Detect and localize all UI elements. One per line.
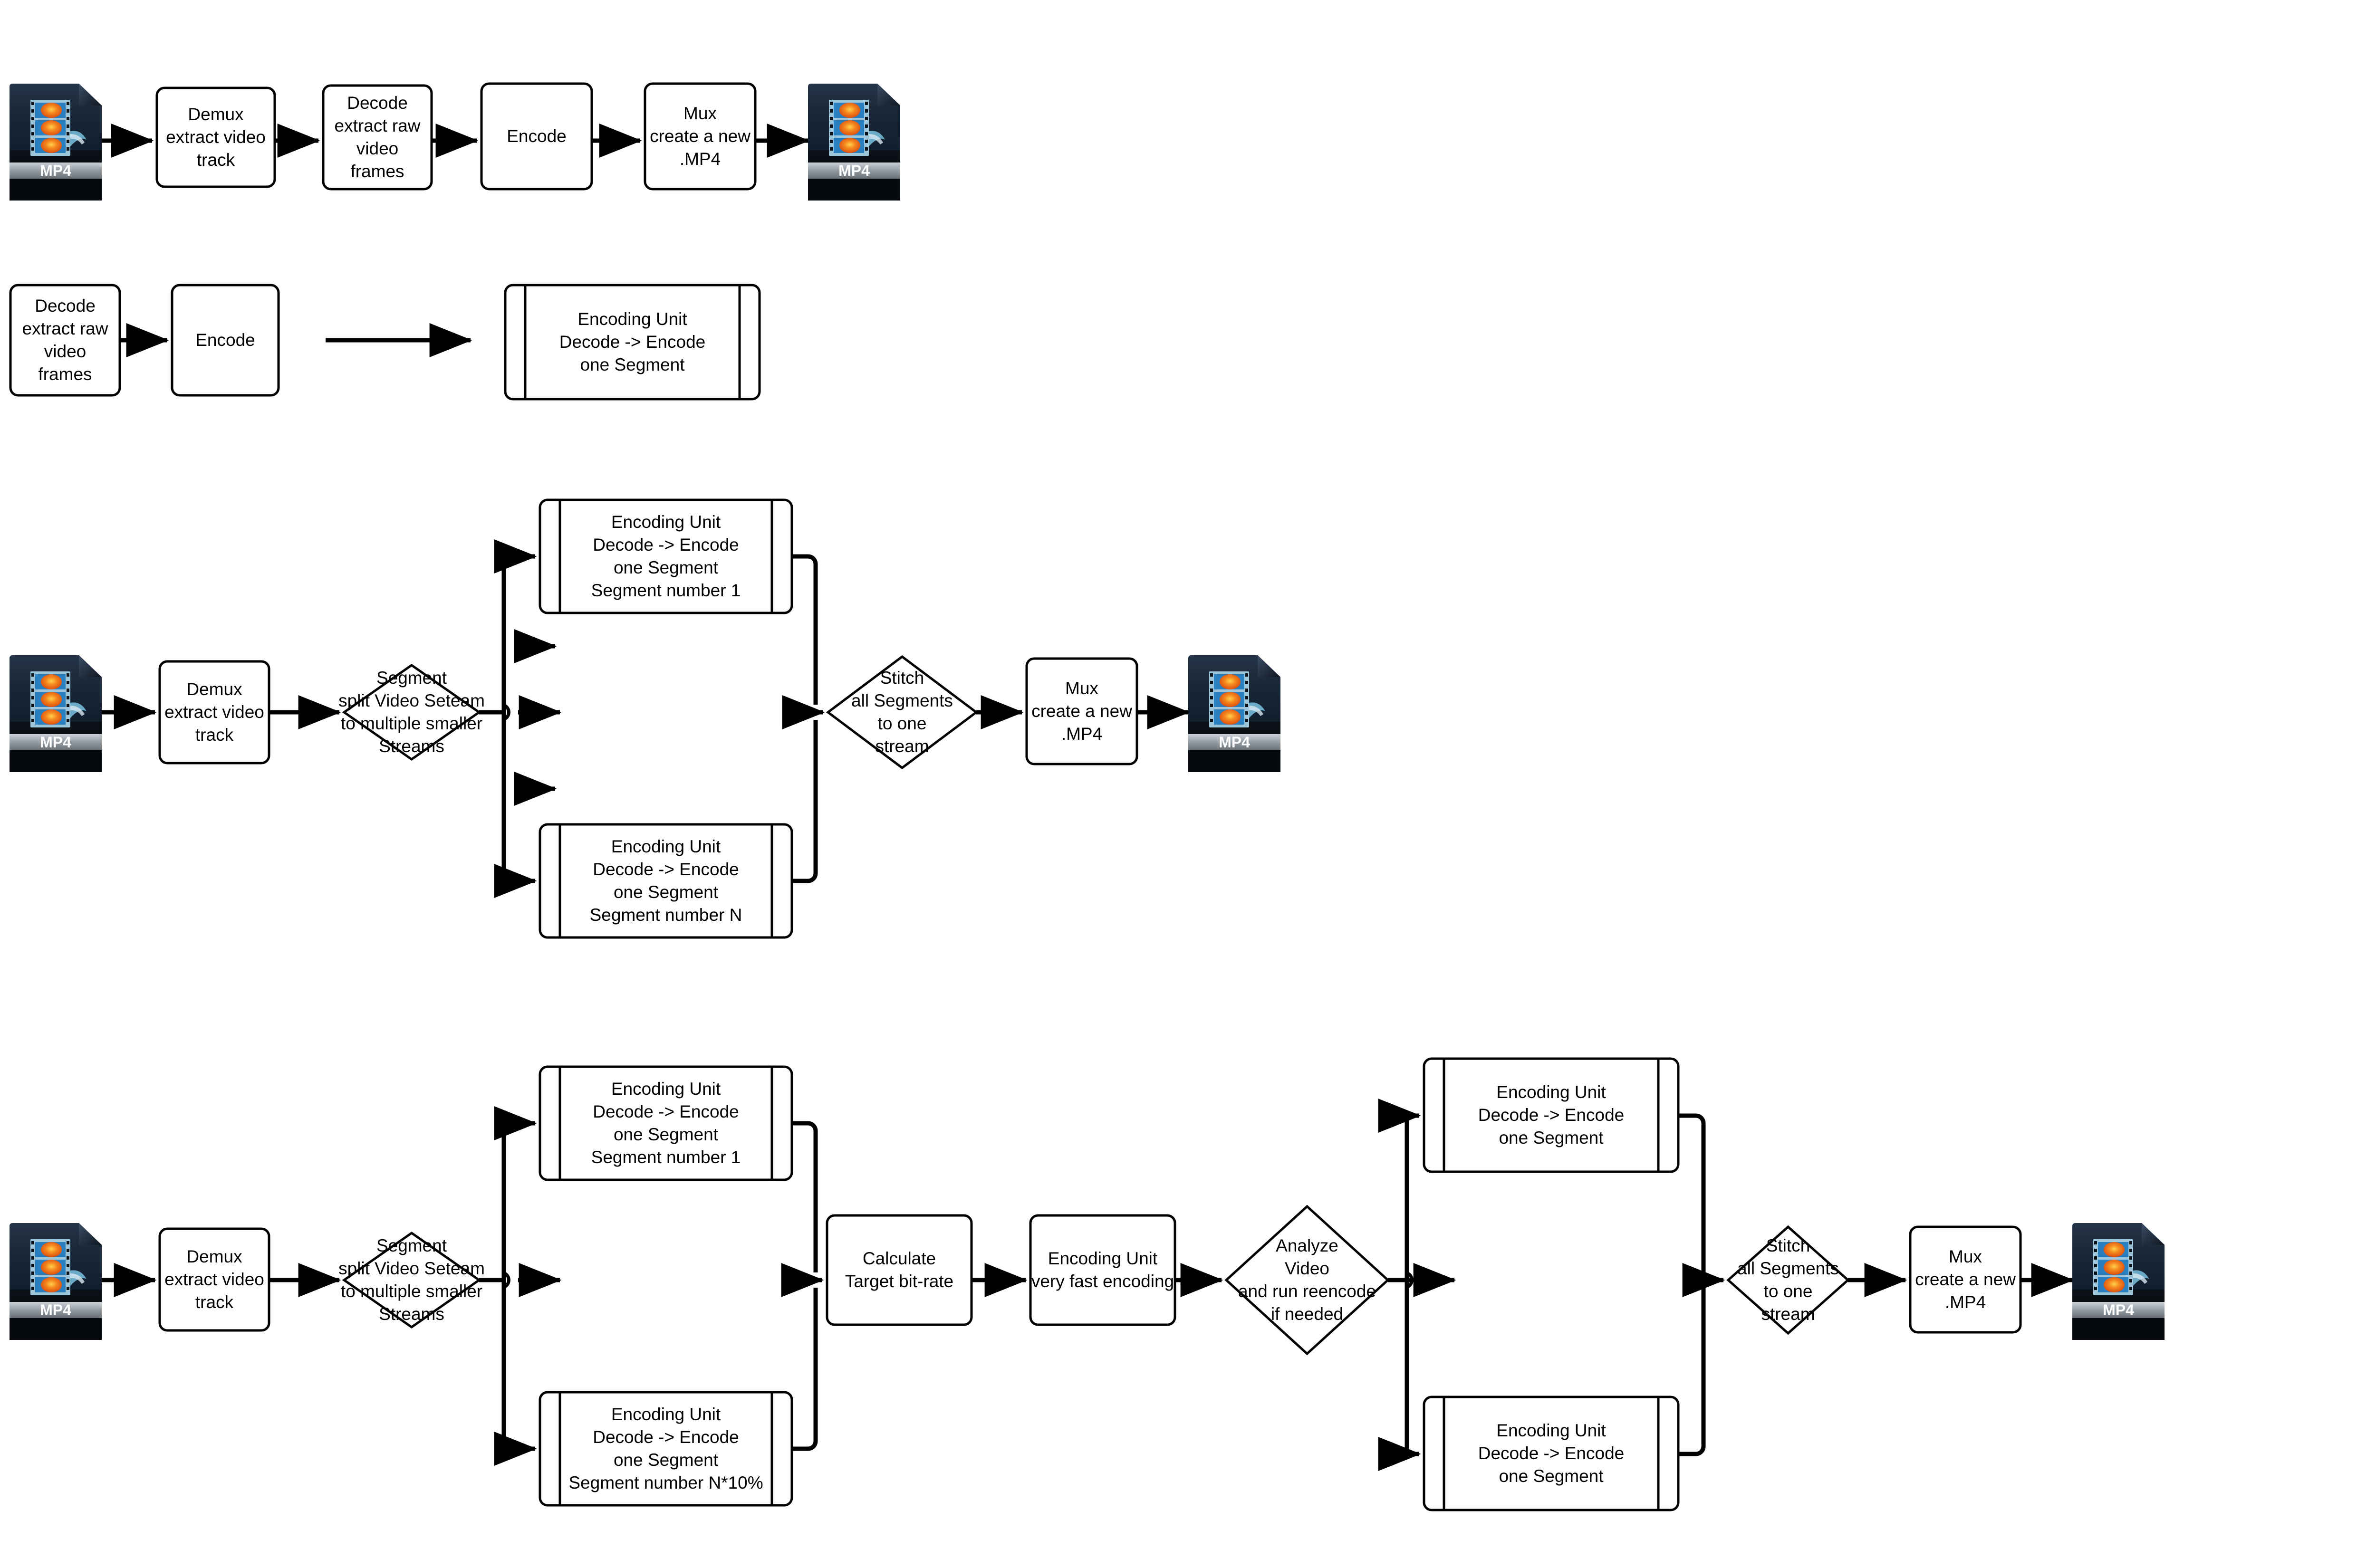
row3-encoding-unit-last-box xyxy=(539,823,793,939)
row3-encoding-unit-first-box xyxy=(539,498,793,614)
row4-fanin2-from-bottom xyxy=(1678,1288,1706,1456)
row4-encoding-unit-bottom-box xyxy=(1423,1396,1680,1511)
row4-analyze-diamond xyxy=(1224,1205,1390,1356)
row3-stitch-diamond xyxy=(826,655,979,770)
row2-encoding-unit-box xyxy=(504,284,761,401)
row1-source-mp4-icon xyxy=(10,84,102,201)
row4-encoding-unit-top-box xyxy=(1423,1057,1680,1173)
row4-encoding-unit-last-box xyxy=(539,1391,793,1507)
row3-mux-box xyxy=(1025,657,1138,765)
row4-mux-box xyxy=(1909,1225,2022,1334)
row1-demux-box xyxy=(155,86,276,188)
row4-fanin-from-first xyxy=(792,1121,818,1272)
row4-fanin-from-last xyxy=(792,1288,818,1451)
row4-fanout-spine-up xyxy=(479,1123,506,1282)
row4-destination-mp4-icon xyxy=(2072,1223,2165,1340)
row4-stitch-diamond xyxy=(1726,1225,1850,1335)
row3-demux-box xyxy=(158,660,270,765)
row4-fast-encode-box xyxy=(1029,1214,1176,1326)
row4-segment-diamond xyxy=(342,1231,481,1329)
row4-source-mp4-icon xyxy=(10,1223,102,1340)
row1-mux-box xyxy=(644,82,757,191)
diagram-vector-layer: MP4 xyxy=(9,82,2165,1511)
row4-demux-box xyxy=(158,1227,270,1332)
row3-fanout-spine-up xyxy=(479,556,506,715)
row1-encode-box xyxy=(480,82,593,191)
row3-destination-mp4-icon xyxy=(1188,655,1280,772)
row2-decode-box xyxy=(9,284,121,397)
row2-encode-box xyxy=(171,284,280,397)
row1-destination-mp4-icon xyxy=(808,84,900,201)
diagram-canvas: MP4 xyxy=(0,0,2367,1568)
row3-fanin-from-first xyxy=(792,554,818,705)
row3-source-mp4-icon xyxy=(10,655,102,772)
row4-encoding-unit-first-box xyxy=(539,1065,793,1181)
row1-decode-box xyxy=(322,84,433,191)
row4-calculate-box xyxy=(826,1214,973,1326)
row4-fanin2-from-top xyxy=(1678,1113,1706,1272)
row3-segment-diamond xyxy=(342,663,481,761)
row4-analyze-spine-up xyxy=(1388,1116,1409,1282)
row3-fanin-from-last xyxy=(792,720,818,883)
